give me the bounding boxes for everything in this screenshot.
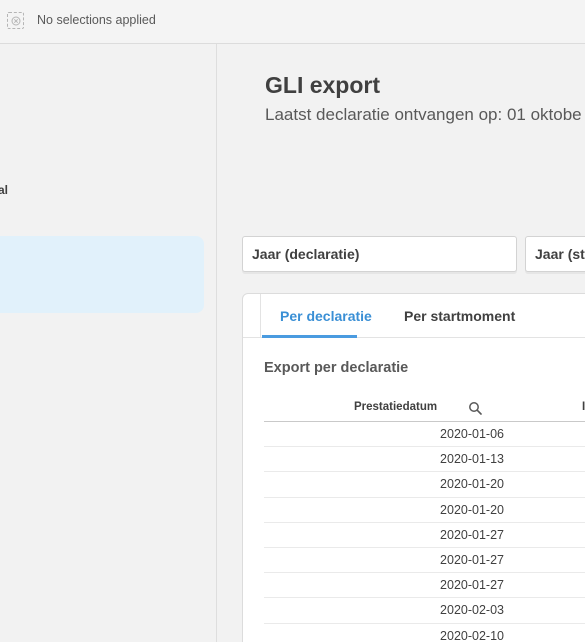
cell-prestatiedatum: 2020-02-03 bbox=[440, 603, 504, 618]
cell-prestatiedatum: 2020-01-27 bbox=[440, 578, 504, 593]
filter-label: Jaar (declaratie) bbox=[252, 246, 360, 262]
export-panel: Per declaratie Per startmoment Export pe… bbox=[242, 293, 585, 642]
cell-prestatiedatum: 2020-02-10 bbox=[440, 628, 504, 642]
export-table: Prestatiedatum I 2020-01-06 2020-01-13 2… bbox=[264, 396, 585, 642]
table-row[interactable]: 2020-01-27 bbox=[264, 548, 585, 574]
page-subtitle: Laatst declaratie ontvangen op: 01 oktob… bbox=[265, 105, 582, 124]
tab-per-declaratie[interactable]: Per declaratie bbox=[280, 308, 372, 324]
cell-prestatiedatum: 2020-01-20 bbox=[440, 477, 504, 492]
tab-per-startmoment[interactable]: Per startmoment bbox=[404, 308, 515, 324]
search-icon[interactable] bbox=[468, 401, 482, 415]
sidebar-item[interactable]: al bbox=[0, 183, 8, 197]
table-row[interactable]: 2020-01-13 bbox=[264, 447, 585, 473]
table-row[interactable]: 2020-01-06 bbox=[264, 422, 585, 448]
sidebar: al rt bbox=[0, 44, 217, 642]
cell-prestatiedatum: 2020-01-27 bbox=[440, 527, 504, 542]
cell-prestatiedatum: 2020-01-06 bbox=[440, 427, 504, 441]
table-row[interactable]: 2020-02-03 bbox=[264, 598, 585, 624]
section-title: Export per declaratie bbox=[264, 360, 409, 376]
table-row[interactable]: 2020-01-27 bbox=[264, 573, 585, 599]
filter-jaar-declaratie[interactable]: Jaar (declaratie) bbox=[242, 236, 517, 272]
table-row[interactable]: 2020-01-27 bbox=[264, 523, 585, 548]
table-header: Prestatiedatum I bbox=[264, 396, 585, 422]
table-row[interactable]: 2020-01-20 bbox=[264, 498, 585, 523]
cell-prestatiedatum: 2020-01-13 bbox=[440, 452, 504, 467]
filter-label: Jaar (st bbox=[535, 246, 585, 262]
selections-status-text: No selections applied bbox=[37, 13, 156, 27]
clear-selections-icon[interactable] bbox=[7, 12, 24, 29]
cell-prestatiedatum: 2020-01-27 bbox=[440, 552, 504, 567]
filter-jaar-startmoment[interactable]: Jaar (st bbox=[525, 236, 585, 272]
table-row[interactable]: 2020-02-10 bbox=[264, 624, 585, 642]
tab-divider bbox=[260, 294, 261, 338]
page-title: GLI export bbox=[265, 72, 381, 98]
table-row[interactable]: 2020-01-20 bbox=[264, 472, 585, 498]
selections-bar: No selections applied bbox=[0, 0, 585, 44]
active-tab-indicator bbox=[262, 335, 357, 338]
cell-prestatiedatum: 2020-01-20 bbox=[440, 502, 504, 517]
column-header-prestatiedatum[interactable]: Prestatiedatum bbox=[354, 401, 437, 413]
tab-bar: Per declaratie Per startmoment bbox=[243, 294, 585, 338]
sidebar-item-active[interactable]: rt bbox=[0, 236, 204, 313]
main-content: GLI export Laatst declaratie ontvangen o… bbox=[218, 44, 585, 642]
